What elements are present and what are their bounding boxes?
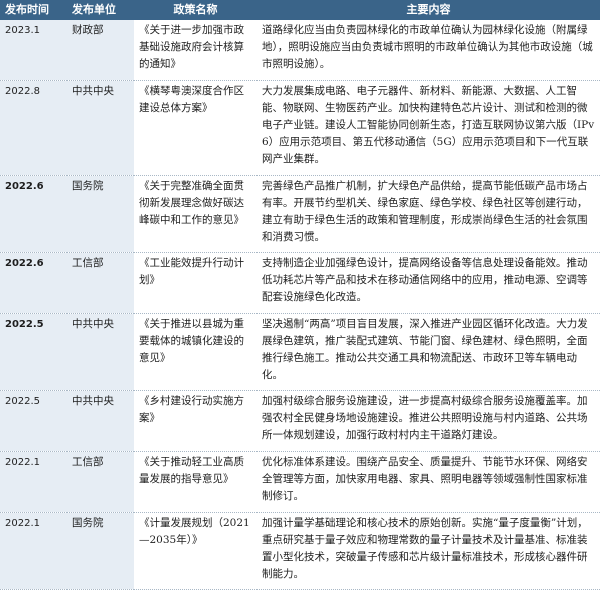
cell-policy-name: 《计量发展规划（2021—2035年）》 <box>134 512 257 590</box>
cell-date: 2023.1 <box>0 20 67 81</box>
cell-date: 2022.1 <box>0 451 67 513</box>
cell-dept: 工信部 <box>67 451 134 513</box>
cell-content: 支持制造企业加强绿色设计，提高网络设备等信息处理设备能效。推动低功耗芯片等产品和… <box>257 252 600 314</box>
cell-date: 2022.6 <box>0 252 67 314</box>
cell-content: 加强村级综合服务设施建设，进一步提高村级综合服务设施覆盖率。加强农村全民健身场地… <box>257 390 600 452</box>
header-policy-name: 政策名称 <box>134 0 257 20</box>
cell-date: 2022.5 <box>0 390 67 452</box>
cell-date: 2022.6 <box>0 175 67 253</box>
cell-dept: 中共中央 <box>67 313 134 391</box>
cell-content: 加强计量学基础理论和核心技术的原始创新。实施“量子度量衡”计划，重点研究基于量子… <box>257 512 600 590</box>
cell-content: 坚决遏制“两高”项目盲目发展，深入推进产业园区循环化改造。大力发展绿色建筑，推广… <box>257 313 600 391</box>
cell-content: 道路绿化应当由负责园林绿化的市政单位确认为园林绿化设施（附属绿地），照明设施应当… <box>257 20 600 81</box>
header-row: 发布时间 发布单位 政策名称 主要内容 <box>0 0 600 20</box>
cell-policy-name: 《乡村建设行动实施方案》 <box>134 390 257 452</box>
cell-content: 大力发展集成电路、电子元器件、新材料、新能源、大数据、人工智能、物联网、生物医药… <box>257 80 600 176</box>
cell-dept: 中共中央 <box>67 80 134 176</box>
header-date: 发布时间 <box>0 0 67 20</box>
cell-policy-name: 《关于推进以县城为重要载体的城镇化建设的意见》 <box>134 313 257 391</box>
table-row: 2023.1 财政部 《关于进一步加强市政基础设施政府会计核算的通知》 道路绿化… <box>0 20 600 81</box>
cell-dept: 国务院 <box>67 175 134 253</box>
cell-policy-name: 《关于推动轻工业高质量发展的指导意见》 <box>134 451 257 513</box>
cell-content: 优化标准体系建设。围绕产品安全、质量提升、节能节水环保、网络安全管理等方面，加快… <box>257 451 600 513</box>
table-row: 2022.1 工信部 《关于推动轻工业高质量发展的指导意见》 优化标准体系建设。… <box>0 451 600 513</box>
cell-dept: 财政部 <box>67 20 134 81</box>
cell-policy-name: 《关于完整准确全面贯彻新发展理念做好碳达峰碳中和工作的意见》 <box>134 175 257 253</box>
table-row: 2022.5 中共中央 《关于推进以县城为重要载体的城镇化建设的意见》 坚决遏制… <box>0 313 600 391</box>
cell-date: 2022.5 <box>0 313 67 391</box>
table-row: 2022.1 国务院 《计量发展规划（2021—2035年）》 加强计量学基础理… <box>0 512 600 590</box>
table-row: 2022.6 工信部 《工业能效提升行动计划》 支持制造企业加强绿色设计，提高网… <box>0 252 600 314</box>
cell-dept: 工信部 <box>67 252 134 314</box>
table-row: 2022.5 中共中央 《乡村建设行动实施方案》 加强村级综合服务设施建设，进一… <box>0 390 600 452</box>
policy-table: 发布时间 发布单位 政策名称 主要内容 2023.1 财政部 《关于进一步加强市… <box>0 0 600 590</box>
cell-date: 2022.8 <box>0 80 67 176</box>
cell-policy-name: 《横琴粤澳深度合作区建设总体方案》 <box>134 80 257 176</box>
cell-dept: 中共中央 <box>67 390 134 452</box>
header-dept: 发布单位 <box>67 0 134 20</box>
cell-dept: 国务院 <box>67 512 134 590</box>
cell-date: 2022.1 <box>0 512 67 590</box>
cell-policy-name: 《工业能效提升行动计划》 <box>134 252 257 314</box>
header-content: 主要内容 <box>257 0 600 20</box>
cell-content: 完善绿色产品推广机制，扩大绿色产品供给，提高节能低碳产品市场占有率。开展节约型机… <box>257 175 600 253</box>
table-row: 2022.6 国务院 《关于完整准确全面贯彻新发展理念做好碳达峰碳中和工作的意见… <box>0 175 600 253</box>
table-row: 2022.8 中共中央 《横琴粤澳深度合作区建设总体方案》 大力发展集成电路、电… <box>0 80 600 176</box>
cell-policy-name: 《关于进一步加强市政基础设施政府会计核算的通知》 <box>134 20 257 81</box>
